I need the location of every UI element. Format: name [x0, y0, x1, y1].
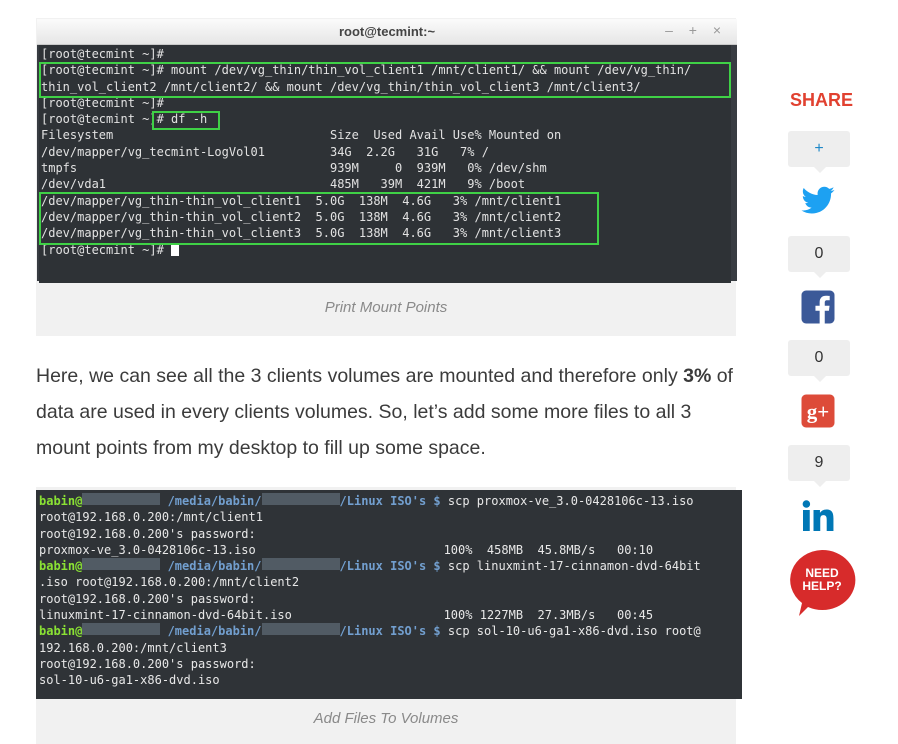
paragraph-text: Here, we can see all the 3 clients volum…	[36, 365, 684, 387]
twitter-icon[interactable]	[800, 183, 836, 219]
prompt-path: /Linux ISO's $	[339, 559, 441, 574]
blurred-path	[261, 493, 340, 505]
body-paragraph: Here, we can see all the 3 clients volum…	[36, 358, 746, 466]
figure-add-files: babin@ /media/babin/ /Linux ISO's $ scp p…	[36, 487, 742, 744]
svg-text:g+: g+	[807, 400, 829, 424]
term-line: /dev/mapper/vg_tecmint-LogVol01 34G 2.2G…	[41, 144, 489, 159]
figure-mount-points: root@tecmint:~ – + × [root@tecmint ~]# […	[36, 18, 737, 336]
prompt-path: /media/babin/	[160, 624, 262, 639]
password-prompt: root@192.168.0.200's password:	[39, 591, 256, 606]
highlight-df-command	[152, 111, 220, 130]
figure-caption: Print Mount Points	[324, 299, 448, 316]
window-controls: – + ×	[665, 22, 727, 38]
twitter-count: 0	[788, 236, 850, 278]
highlight-mount-command	[39, 62, 731, 98]
password-prompt: root@192.168.0.200's password:	[39, 526, 256, 541]
blurred-path	[261, 558, 340, 571]
linkedin-icon[interactable]	[800, 498, 836, 534]
help-text-1: NEED	[805, 566, 839, 580]
terminal-window: root@tecmint:~ – + × [root@tecmint ~]# […	[37, 19, 737, 283]
help-text-2: HELP?	[802, 579, 842, 593]
transfer-line: proxmox-ve_3.0-0428106c-13.iso 100% 458M…	[39, 542, 654, 557]
share-title: SHARE	[790, 90, 854, 110]
command: scp sol-10-u6-ga1-x86-dvd.iso root@	[440, 624, 701, 639]
share-more-button[interactable]: +	[788, 131, 850, 173]
blurred-hostname	[82, 558, 161, 571]
transfer-line: linuxmint-17-cinnamon-dvd-64bit.iso 100%…	[39, 608, 654, 623]
facebook-count: 0	[788, 340, 850, 382]
terminal-titlebar: root@tecmint:~ – + ×	[37, 19, 737, 45]
term-line: Filesystem Size Used Avail Use% Mounted …	[41, 128, 562, 143]
prompt-path: /media/babin/	[160, 559, 262, 574]
share-sidebar: SHARE	[790, 90, 854, 111]
prompt-path: /Linux ISO's $	[339, 494, 441, 508]
transfer-line: sol-10-u6-ga1-x86-dvd.iso	[39, 673, 220, 688]
paragraph-bold: 3%	[683, 365, 712, 387]
command: scp proxmox-ve_3.0-0428106c-13.iso	[440, 494, 694, 508]
googleplus-count: 9	[788, 445, 850, 487]
prompt-user: babin@	[39, 494, 83, 508]
command-cont: 192.168.0.200:/mnt/client3	[39, 640, 227, 655]
blurred-hostname	[82, 623, 161, 636]
terminal-screen-2: babin@ /media/babin/ /Linux ISO's $ scp p…	[36, 490, 742, 699]
command-cont: root@192.168.0.200:/mnt/client1	[39, 510, 263, 525]
blurred-hostname	[82, 493, 161, 505]
terminal-title: root@tecmint:~	[338, 24, 436, 39]
prompt-path: /media/babin/	[160, 494, 262, 508]
term-line: tmpfs 939M 0 939M 0% /dev/shm	[41, 161, 547, 176]
terminal-output-2: babin@ /media/babin/ /Linux ISO's $ scp p…	[39, 493, 701, 689]
prompt-user: babin@	[39, 559, 83, 574]
term-line: [root@tecmint ~]#	[41, 47, 164, 61]
facebook-icon[interactable]	[800, 289, 836, 325]
prompt-user: babin@	[39, 624, 83, 639]
terminal-screen: [root@tecmint ~]# [root@tecmint ~]# moun…	[39, 45, 731, 283]
command: scp linuxmint-17-cinnamon-dvd-64bit	[440, 559, 701, 574]
figure-caption: Add Files To Volumes	[313, 710, 459, 727]
need-help-button[interactable]: NEED HELP?	[787, 548, 857, 618]
blurred-path	[261, 623, 340, 636]
password-prompt: root@192.168.0.200's password:	[39, 656, 256, 671]
term-line: /dev/vda1 485M 39M 421M 9% /boot	[41, 177, 526, 192]
command-cont: .iso root@192.168.0.200:/mnt/client2	[39, 575, 300, 590]
googleplus-icon[interactable]: g+	[800, 393, 836, 429]
prompt-path: /Linux ISO's $	[339, 624, 441, 639]
highlight-thin-volumes	[39, 192, 599, 245]
